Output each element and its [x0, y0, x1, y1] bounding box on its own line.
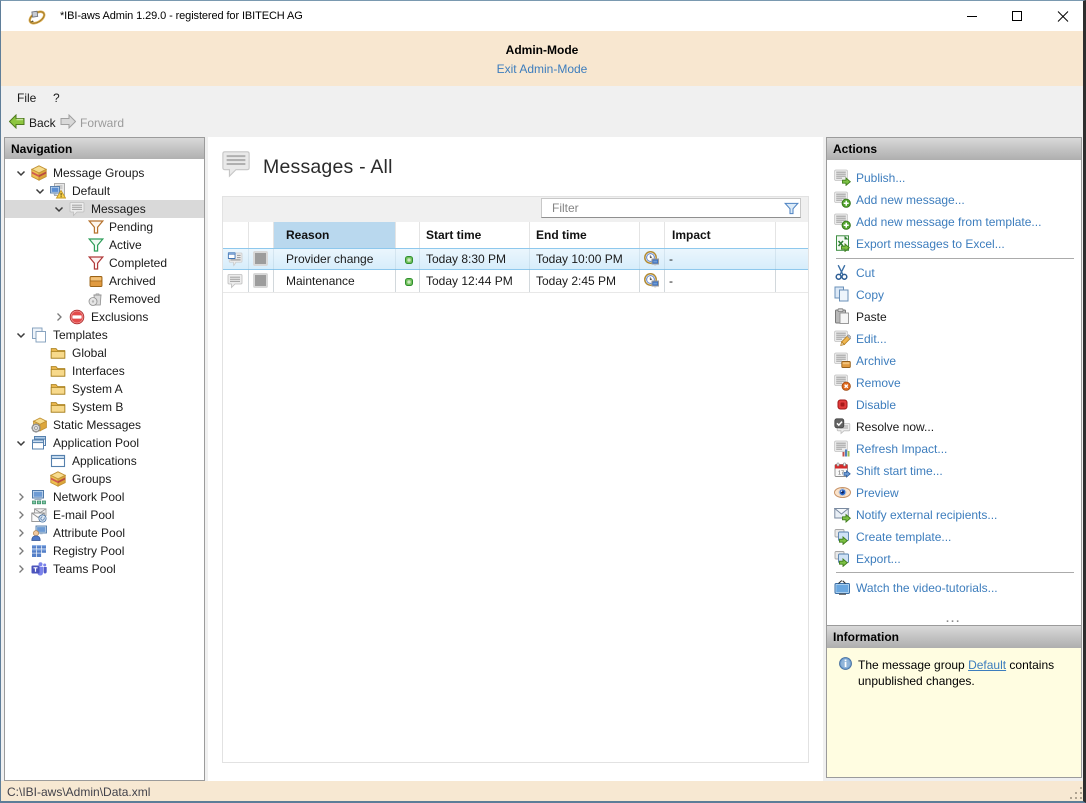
- svg-text:17: 17: [838, 471, 844, 477]
